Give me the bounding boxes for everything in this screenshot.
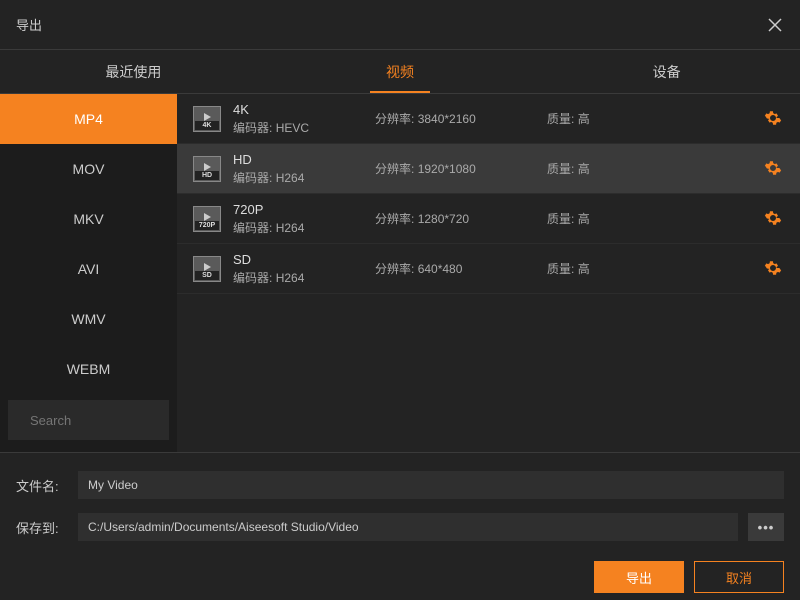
preset-resolution: 分辨率: 640*480 xyxy=(375,260,535,277)
format-mkv[interactable]: MKV xyxy=(0,194,177,244)
format-avi[interactable]: AVI xyxy=(0,244,177,294)
format-mp4[interactable]: MP4 xyxy=(0,94,177,144)
preset-icon: HD xyxy=(193,156,221,182)
action-bar: 导出 取消 xyxy=(16,561,784,593)
format-mov[interactable]: MOV xyxy=(0,144,177,194)
browse-button[interactable]: ••• xyxy=(748,513,784,541)
saveto-input[interactable] xyxy=(78,513,738,541)
preset-hd[interactable]: HD HD 编码器: H264 分辨率: 1920*1080 质量: 高 xyxy=(177,144,800,194)
close-button[interactable] xyxy=(750,0,800,50)
format-search[interactable] xyxy=(8,400,169,440)
preset-list: 4K 4K 编码器: HEVC 分辨率: 3840*2160 质量: 高 HD … xyxy=(177,94,800,452)
filename-label: 文件名: xyxy=(16,476,68,495)
saveto-row: 保存到: ••• xyxy=(16,513,784,541)
preset-resolution: 分辨率: 3840*2160 xyxy=(375,110,535,127)
window-title: 导出 xyxy=(16,15,42,34)
gear-icon xyxy=(764,109,782,127)
preset-quality: 质量: 高 xyxy=(547,160,752,177)
preset-resolution: 分辨率: 1280*720 xyxy=(375,210,535,227)
titlebar: 导出 xyxy=(0,0,800,50)
format-wmv[interactable]: WMV xyxy=(0,294,177,344)
preset-name: SD xyxy=(233,252,363,267)
preset-settings-button[interactable] xyxy=(764,259,784,279)
tab-video-label: 视频 xyxy=(386,62,414,82)
preset-icon: 720P xyxy=(193,206,221,232)
preset-4k[interactable]: 4K 4K 编码器: HEVC 分辨率: 3840*2160 质量: 高 xyxy=(177,94,800,144)
preset-720p[interactable]: 720P 720P 编码器: H264 分辨率: 1280*720 质量: 高 xyxy=(177,194,800,244)
preset-name: 720P xyxy=(233,202,363,217)
saveto-label: 保存到: xyxy=(16,518,68,537)
tab-recent[interactable]: 最近使用 xyxy=(0,50,267,93)
export-button[interactable]: 导出 xyxy=(594,561,684,593)
preset-sd[interactable]: SD SD 编码器: H264 分辨率: 640*480 质量: 高 xyxy=(177,244,800,294)
preset-name: 4K xyxy=(233,102,363,117)
preset-name: HD xyxy=(233,152,363,167)
filename-row: 文件名: xyxy=(16,471,784,499)
preset-settings-button[interactable] xyxy=(764,159,784,179)
tab-recent-label: 最近使用 xyxy=(105,62,161,82)
format-webm[interactable]: WEBM xyxy=(0,344,177,394)
preset-quality: 质量: 高 xyxy=(547,260,752,277)
preset-settings-button[interactable] xyxy=(764,109,784,129)
tab-video[interactable]: 视频 xyxy=(267,50,534,93)
gear-icon xyxy=(764,209,782,227)
main-area: MP4 MOV MKV AVI WMV WEBM 4K 4K 编码器: HEVC… xyxy=(0,94,800,452)
tab-device[interactable]: 设备 xyxy=(533,50,800,93)
cancel-button[interactable]: 取消 xyxy=(694,561,784,593)
preset-icon: 4K xyxy=(193,106,221,132)
gear-icon xyxy=(764,259,782,277)
tab-device-label: 设备 xyxy=(653,62,681,82)
close-icon xyxy=(767,17,783,33)
preset-quality: 质量: 高 xyxy=(547,110,752,127)
filename-input[interactable] xyxy=(78,471,784,499)
category-tabs: 最近使用 视频 设备 xyxy=(0,50,800,94)
preset-resolution: 分辨率: 1920*1080 xyxy=(375,160,535,177)
bottom-panel: 文件名: 保存到: ••• 导出 取消 xyxy=(0,452,800,593)
preset-icon: SD xyxy=(193,256,221,282)
preset-settings-button[interactable] xyxy=(764,209,784,229)
gear-icon xyxy=(764,159,782,177)
preset-quality: 质量: 高 xyxy=(547,210,752,227)
format-sidebar: MP4 MOV MKV AVI WMV WEBM xyxy=(0,94,177,452)
